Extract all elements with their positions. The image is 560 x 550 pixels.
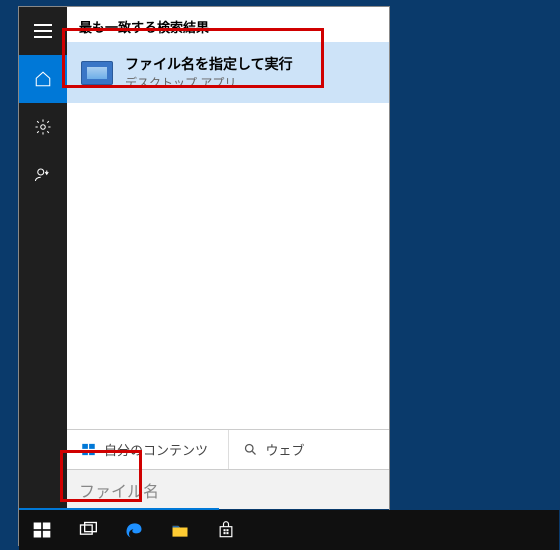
taskbar [19, 510, 559, 550]
results-area: 最も一致する検索結果 ファイル名を指定して実行 デスクトップ アプリ 自分のコン… [67, 7, 389, 509]
tab-local[interactable]: 自分のコンテンツ [67, 430, 229, 469]
hamburger-button[interactable] [19, 7, 67, 55]
explorer-button[interactable] [157, 510, 203, 550]
start-button[interactable] [19, 510, 65, 550]
search-panel: 最も一致する検索結果 ファイル名を指定して実行 デスクトップ アプリ 自分のコン… [19, 7, 389, 509]
run-icon [81, 61, 113, 85]
results-header: 最も一致する検索結果 [67, 7, 389, 42]
store-icon [216, 520, 236, 540]
folder-icon [170, 520, 190, 540]
task-view-button[interactable] [65, 510, 111, 550]
search-icon [243, 442, 258, 457]
home-button[interactable] [19, 55, 67, 103]
windows-icon [81, 442, 96, 457]
scope-tabs: 自分のコンテンツ ウェブ [67, 429, 389, 469]
result-title: ファイル名を指定して実行 [125, 54, 293, 74]
result-run-dialog[interactable]: ファイル名を指定して実行 デスクトップ アプリ [67, 42, 389, 103]
edge-button[interactable] [111, 510, 157, 550]
feedback-button[interactable] [19, 151, 67, 199]
tab-local-label: 自分のコンテンツ [104, 440, 208, 459]
feedback-icon [34, 166, 52, 184]
edge-icon [124, 520, 144, 540]
result-text: ファイル名を指定して実行 デスクトップ アプリ [125, 54, 293, 91]
task-view-icon [78, 520, 98, 540]
search-input[interactable] [67, 475, 389, 505]
windows-start-icon [32, 520, 52, 540]
cortana-sidebar [19, 7, 67, 509]
tab-web-label: ウェブ [266, 440, 305, 459]
store-button[interactable] [203, 510, 249, 550]
result-subtitle: デスクトップ アプリ [125, 74, 293, 91]
home-icon [34, 70, 52, 88]
settings-button[interactable] [19, 103, 67, 151]
tab-web[interactable]: ウェブ [229, 430, 390, 469]
search-field[interactable] [67, 469, 389, 509]
gear-icon [34, 118, 52, 136]
